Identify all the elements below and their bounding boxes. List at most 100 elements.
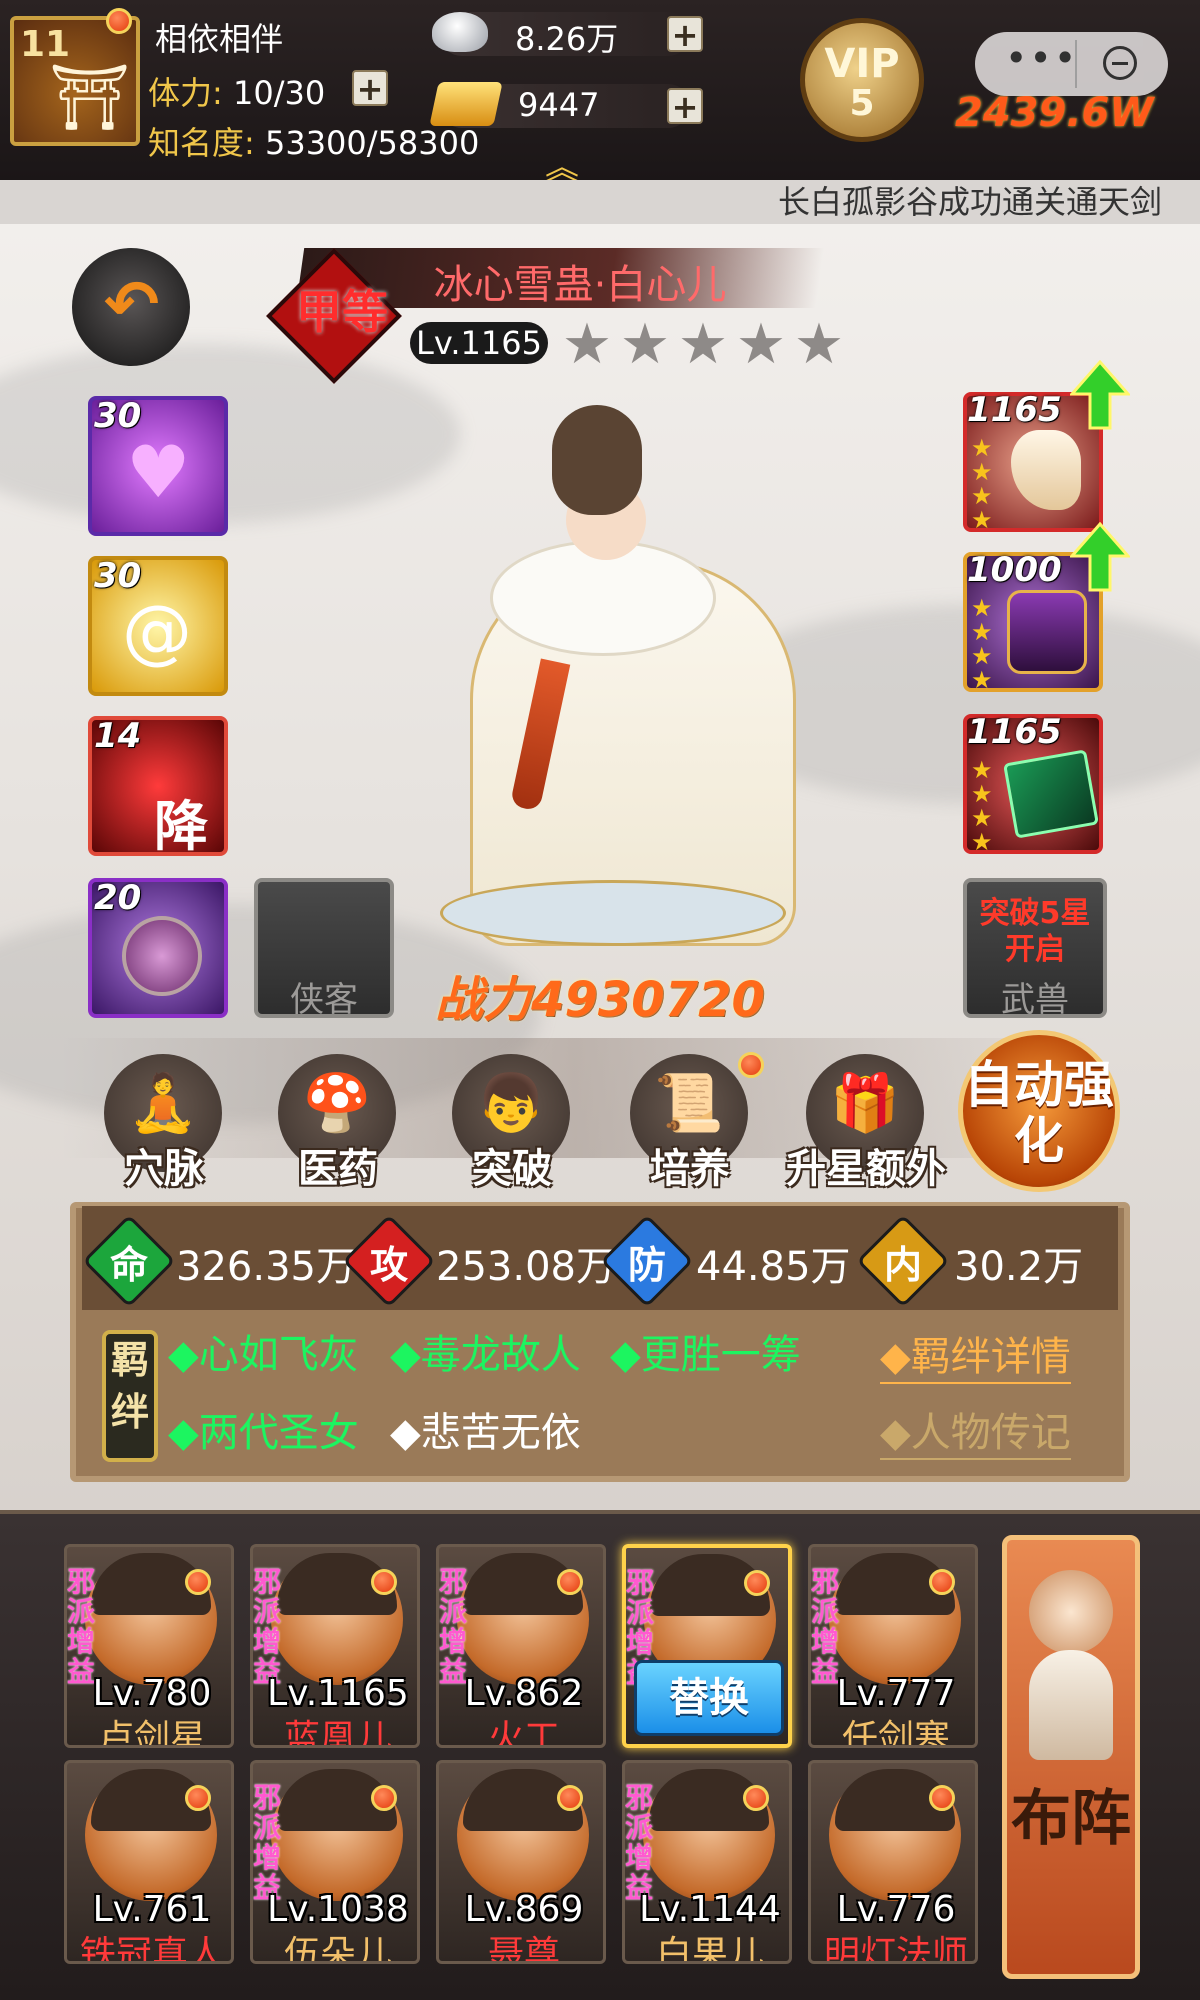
attack-value: 253.08万 <box>436 1244 616 1290</box>
notification-dot-icon <box>185 1569 211 1595</box>
roster-card[interactable]: 邪派增益 Lv.862 火工 <box>436 1544 606 1748</box>
vip-label: VIP <box>824 41 900 87</box>
notification-dot-icon <box>743 1785 769 1811</box>
auto-enhance-button[interactable]: 自动强化 <box>958 1030 1120 1192</box>
skill-slot-1[interactable]: 30 ♥ <box>88 396 228 536</box>
roster-card[interactable]: Lv.761 铁冠真人 <box>64 1760 234 1964</box>
add-stamina-button[interactable]: + <box>352 70 388 106</box>
star-rating: ★ ★ ★ ★ ★ <box>560 312 860 378</box>
notification-dot-icon <box>557 1785 583 1811</box>
beast-slot[interactable]: 突破5星开启 武兽 <box>963 878 1107 1020</box>
equipment-level: 1000 <box>967 550 1062 590</box>
ticker-text: 长白孤影谷成功通关通天剑 <box>778 183 1163 221</box>
skill-slot-3[interactable]: 14 降 <box>88 716 228 858</box>
hero-level: Lv.777 <box>836 1673 956 1714</box>
notification-dot-icon <box>185 1785 211 1811</box>
hero-level: Lv.776 <box>836 1889 956 1930</box>
notification-dot-icon <box>106 8 132 34</box>
faction-buff-tag: 邪派增益 <box>625 1781 654 1904</box>
hero-level: Lv.1165 <box>410 322 548 364</box>
attack-icon-label: 攻 <box>369 1243 408 1287</box>
silver-amount: 8.26万 <box>515 20 619 58</box>
medicine-button[interactable]: 🍄 医药 <box>278 1054 396 1192</box>
inner-power-icon-label: 内 <box>883 1243 922 1287</box>
faction-buff-tag: 邪派增益 <box>253 1781 282 1904</box>
notification-dot-icon <box>929 1569 955 1595</box>
swap-button[interactable]: 替换 <box>634 1660 784 1736</box>
player-name: 相依相伴 <box>155 20 284 58</box>
medicine-label: 医药 <box>298 1146 378 1192</box>
star-icon: ★ <box>793 312 845 377</box>
inner-power-value: 30.2万 <box>954 1244 1084 1290</box>
hero-name: 蓝凰儿 <box>283 1718 392 1748</box>
hero-level: Lv.761 <box>92 1889 212 1930</box>
sage-beard <box>1029 1650 1113 1760</box>
pavilion-icon: ⛩ <box>49 61 131 135</box>
notification-dot-icon <box>371 1785 397 1811</box>
fetter-item: ◆毒龙故人 <box>390 1332 581 1378</box>
defense-icon-label: 防 <box>627 1243 666 1287</box>
notification-dot-icon <box>557 1569 583 1595</box>
more-icon[interactable]: ••• <box>1005 36 1078 80</box>
roster-card[interactable]: 邪派增益 Lv.780 卢剑星 <box>64 1544 234 1748</box>
beast-unlock-text: 突破5星开启 <box>979 896 1091 967</box>
stamina-value: 10/30 <box>232 74 326 112</box>
equipment-slot-3[interactable]: 1165 ★ ★ ★ ★ <box>963 712 1103 854</box>
hero-level: Lv.1038 <box>267 1889 409 1930</box>
close-icon[interactable] <box>1103 46 1137 80</box>
vip-level: 5 <box>849 83 875 124</box>
roster-card[interactable]: 邪派增益 Lv.1165 蓝凰儿 <box>250 1544 420 1748</box>
add-silver-button[interactable]: + <box>667 16 703 52</box>
upgrade-arrow-icon <box>1070 522 1130 592</box>
skill-slot-4[interactable]: 20 <box>88 878 228 1018</box>
fetter-tag: 羁绊 <box>102 1330 158 1462</box>
breakthrough-button[interactable]: 👦 突破 <box>452 1054 570 1192</box>
player-avatar[interactable]: 11 ⛩ <box>10 16 140 146</box>
back-arrow-icon: ↶ <box>104 266 160 343</box>
skill-slot-2[interactable]: 30 @ <box>88 556 228 696</box>
companion-slot[interactable]: 侠客 <box>254 878 394 1020</box>
back-button[interactable]: ↶ <box>72 248 190 366</box>
star-icon: ★ <box>561 312 613 377</box>
sage-portrait <box>1029 1570 1113 1654</box>
star-icon: ★ ★ ★ ★ <box>971 434 993 534</box>
vip-badge[interactable]: VIP 5 <box>800 18 924 142</box>
fame-label: 知名度: <box>148 124 255 162</box>
roster-card[interactable]: 邪派增益 Lv.1144 白果儿 <box>622 1760 792 1964</box>
notification-dot-icon <box>738 1052 764 1078</box>
roster-card[interactable]: Lv.869 聂尊 <box>436 1760 606 1964</box>
top-bar: 11 ⛩ 相依相伴 体力: 10/30 + 知名度: 53300/58300 8… <box>0 0 1200 188</box>
star-icon: ★ ★ ★ ★ <box>971 594 993 694</box>
formation-button[interactable]: 布阵 <box>1002 1535 1140 1979</box>
roster-card[interactable]: 邪派增益 Lv.777 任剑寒 <box>808 1544 978 1748</box>
swirl-icon: @ <box>122 590 192 672</box>
fetter-item: ◆更胜一筹 <box>610 1332 801 1378</box>
hp-icon-label: 命 <box>109 1243 148 1287</box>
faction-buff-tag: 邪派增益 <box>67 1565 96 1688</box>
equipment-level: 1165 <box>967 712 1062 752</box>
meridian-button[interactable]: 🧘 穴脉 <box>104 1054 222 1192</box>
notification-dot-icon <box>744 1570 770 1596</box>
roster-card[interactable]: 邪派增益 Lv.1038 伍朵儿 <box>250 1760 420 1964</box>
fetter-item: ◆悲苦无依 <box>390 1410 581 1456</box>
hero-name: 聂尊 <box>487 1934 560 1964</box>
fetter-details-link[interactable]: ◆羁绊详情 <box>880 1324 1071 1384</box>
add-gold-button[interactable]: + <box>667 88 703 124</box>
star-up-extra-button[interactable]: 🎁 升星额外 <box>786 1054 946 1192</box>
roster-card[interactable]: Lv.776 明灯法师 <box>808 1760 978 1964</box>
hero-hair <box>552 405 642 515</box>
biography-link[interactable]: ◆人物传记 <box>880 1400 1071 1460</box>
silver-ingot-icon <box>432 12 488 52</box>
beast-label: 武兽 <box>1001 980 1069 1020</box>
orb-icon <box>122 916 202 996</box>
book-icon <box>1003 749 1099 839</box>
gold-amount: 9447 <box>518 86 600 124</box>
roster-card[interactable]: 邪派增益替换 <box>622 1544 792 1748</box>
fame-row: 知名度: 53300/58300 <box>148 118 479 164</box>
descend-icon: 降 <box>154 795 208 858</box>
hero-level: Lv.780 <box>92 1673 212 1714</box>
hero-level: Lv.869 <box>464 1889 584 1930</box>
train-button[interactable]: 📜 培养 <box>630 1054 748 1192</box>
hero-level: Lv.1165 <box>267 1673 409 1714</box>
defense-value: 44.85万 <box>696 1244 851 1290</box>
